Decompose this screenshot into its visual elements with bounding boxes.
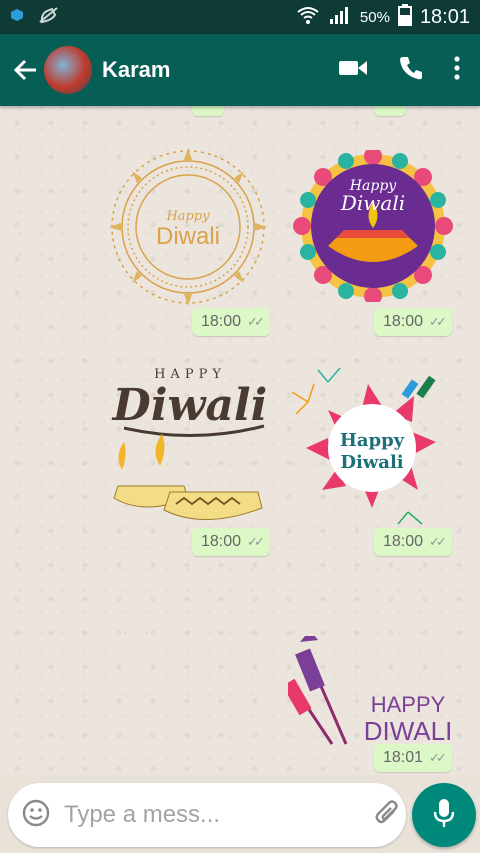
sticker-calligraphy-lamps[interactable]: HAPPY Diwali (104, 358, 274, 530)
emoji-icon[interactable] (22, 799, 50, 832)
sticker-1-main-text: Diwali (156, 223, 220, 250)
avatar[interactable] (44, 46, 92, 94)
chat-header: Karam (0, 34, 480, 106)
video-call-icon[interactable] (338, 58, 368, 83)
message-input[interactable] (64, 801, 374, 829)
double-check-icon: ✓✓ (247, 314, 265, 329)
double-check-icon: ✓✓ (201, 106, 219, 111)
sticker-4-top-text: Happy (340, 430, 405, 451)
message-timestamp: 18:00 ✓✓ (192, 528, 270, 556)
time-label: 18:00 (383, 313, 424, 330)
sticker-1-top-text: Happy (165, 209, 210, 224)
double-check-icon: ✓✓ (247, 534, 265, 549)
contact-name[interactable]: Karam (102, 57, 170, 83)
timestamp-bubble-partial: ✓✓ (192, 106, 224, 116)
microphone-icon (433, 798, 455, 833)
signal-icon (328, 5, 352, 29)
muted-notification-icon (38, 6, 60, 29)
sticker-5-main-text: DIWALI (364, 716, 453, 746)
timestamp-bubble-partial: ✓✓ (374, 106, 406, 116)
message-timestamp: 18:00 ✓✓ (374, 308, 452, 336)
sticker-2-main-text: Diwali (340, 191, 405, 215)
time-label: 18:00 (383, 533, 424, 550)
sticker-rockets-diwali[interactable]: HAPPY DIWALI (282, 630, 458, 750)
sticker-purple-diya[interactable]: Happy Diwali (292, 147, 454, 305)
sticker-4-main-text: Diwali (340, 452, 403, 473)
message-timestamp: 18:00 ✓✓ (192, 308, 270, 336)
battery-icon (397, 4, 412, 30)
message-timestamp: 18:00 ✓✓ (374, 528, 452, 556)
double-check-icon: ✓✓ (429, 534, 447, 549)
time-label: 18:00 (201, 313, 242, 330)
message-composer (8, 783, 452, 847)
sticker-3-main-text: Diwali (111, 380, 268, 431)
back-arrow-icon[interactable] (12, 56, 40, 84)
sticker-5-top-text: HAPPY (371, 692, 446, 717)
double-check-icon: ✓✓ (429, 314, 447, 329)
sticker-fireworks-burst[interactable]: Happy Diwali (288, 362, 456, 526)
status-bar: 50% 18:01 (0, 0, 480, 34)
time-label: 18:01 (383, 749, 424, 766)
wifi-icon (296, 5, 320, 29)
chat-area[interactable]: ✓✓ ✓✓ Happy Diwali 18:00 ✓✓ (0, 106, 480, 775)
double-check-icon: ✓✓ (429, 750, 447, 765)
clock: 18:01 (419, 5, 470, 28)
battery-percent: 50% (359, 8, 390, 26)
sticker-mandala-diwali[interactable]: Happy Diwali (106, 146, 270, 308)
voice-call-icon[interactable] (398, 55, 424, 86)
mic-button[interactable] (412, 783, 476, 847)
time-label: 18:00 (201, 533, 242, 550)
notification-app-icon (10, 8, 24, 27)
more-options-icon[interactable] (454, 55, 460, 85)
attachment-icon[interactable] (374, 799, 400, 832)
message-timestamp: 18:01 ✓✓ (374, 744, 452, 772)
double-check-icon: ✓✓ (383, 106, 401, 111)
